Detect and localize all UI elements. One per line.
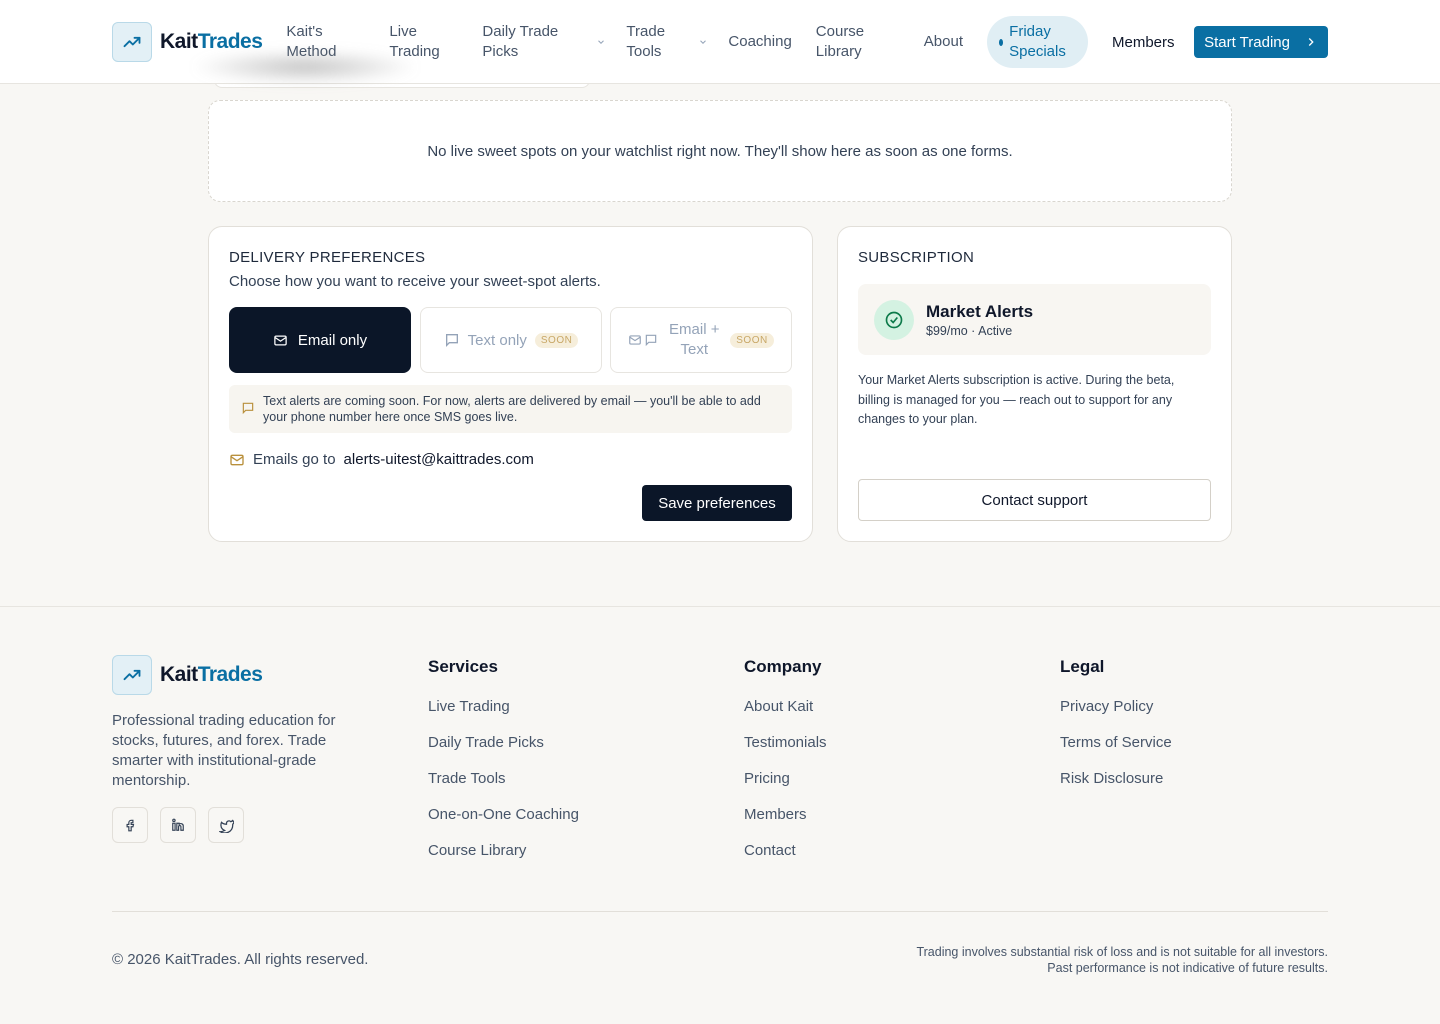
footer-link-coaching[interactable]: One-on-One Coaching [428, 805, 579, 825]
footer-link-privacy-policy[interactable]: Privacy Policy [1060, 697, 1172, 717]
footer-link-course-library[interactable]: Course Library [428, 841, 579, 861]
footer-link-contact[interactable]: Contact [744, 841, 827, 861]
footer-divider [112, 911, 1328, 912]
footer-link-daily-trade-picks[interactable]: Daily Trade Picks [428, 733, 579, 753]
footer-col-title: Services [428, 657, 498, 676]
message-icon [444, 332, 460, 348]
trending-up-icon [112, 655, 152, 695]
nav-members[interactable]: Members [1112, 34, 1175, 51]
footer-link-trade-tools[interactable]: Trade Tools [428, 769, 579, 789]
mail-icon [229, 452, 245, 468]
delivery-title: DELIVERY PREFERENCES [229, 249, 426, 266]
mail-message-icon [628, 333, 658, 347]
email-address: alerts-uitest@kaittrades.com [343, 451, 534, 468]
trending-up-icon [112, 22, 152, 62]
footer-col-legal: Legal Privacy Policy Terms of Service Ri… [1060, 657, 1172, 805]
footer-link-risk-disclosure[interactable]: Risk Disclosure [1060, 769, 1172, 789]
option-email-only[interactable]: Email only [229, 307, 411, 373]
message-icon [241, 401, 255, 415]
plan-meta: $99/mo · Active [926, 323, 1013, 338]
start-trading-button[interactable]: Start Trading [1194, 26, 1328, 58]
nav-kaits-method[interactable]: Kait's Method [286, 22, 366, 62]
footer-link-testimonials[interactable]: Testimonials [744, 733, 827, 753]
check-circle-icon [874, 299, 914, 340]
brand-name: KaitTrades [160, 30, 263, 53]
email-destination: Emails go to alerts-uitest@kaittrades.co… [229, 451, 534, 468]
contact-support-button[interactable]: Contact support [858, 479, 1211, 521]
brand-name: KaitTrades [160, 663, 263, 686]
option-text-only[interactable]: Text only SOON [420, 307, 602, 373]
nav-trade-tools[interactable]: Trade Tools [626, 22, 708, 62]
option-email-text[interactable]: Email + Text SOON [610, 307, 792, 373]
site-header: KaitTrades Kait's Method Live Trading Da… [0, 0, 1440, 84]
footer-link-live-trading[interactable]: Live Trading [428, 697, 579, 717]
nav-about[interactable]: About [924, 32, 963, 52]
soon-badge: SOON [730, 332, 774, 348]
footer-col-services: Services Live Trading Daily Trade Picks … [428, 657, 579, 877]
save-preferences-button[interactable]: Save preferences [642, 485, 792, 521]
footer-link-about-kait[interactable]: About Kait [744, 697, 827, 717]
subscription-description: Your Market Alerts subscription is activ… [858, 373, 1175, 426]
nav-course-library[interactable]: Course Library [816, 22, 886, 62]
sms-notice: Text alerts are coming soon. For now, al… [229, 385, 792, 433]
footer-col-title: Legal [1060, 657, 1105, 676]
chevron-down-icon [698, 37, 708, 47]
delivery-preferences-card: DELIVERY PREFERENCES Choose how you want… [208, 226, 813, 542]
risk-disclaimer: Trading involves substantial risk of los… [916, 945, 1328, 975]
nav-friday-specials[interactable]: Friday Specials [987, 16, 1088, 68]
facebook-icon[interactable] [112, 807, 148, 843]
mail-icon [273, 333, 288, 348]
plan-name: Market Alerts [926, 301, 1034, 321]
subscription-title: SUBSCRIPTION [858, 249, 975, 266]
footer-link-terms[interactable]: Terms of Service [1060, 733, 1172, 753]
watchlist-empty-state: No live sweet spots on your watchlist ri… [208, 100, 1232, 202]
footer-col-company: Company About Kait Testimonials Pricing … [744, 657, 827, 877]
nav-live-trading[interactable]: Live Trading [389, 22, 459, 62]
nav-daily-trade-picks[interactable]: Daily Trade Picks [482, 22, 606, 62]
soon-badge: SOON [534, 332, 579, 348]
subscription-card: SUBSCRIPTION Market Alerts $99/mo · Acti… [837, 226, 1232, 542]
twitter-icon[interactable] [208, 807, 244, 843]
main-nav: Kait's Method Live Trading Daily Trade P… [286, 0, 1175, 84]
chevron-right-icon [1304, 35, 1318, 49]
plan-summary: Market Alerts $99/mo · Active [858, 284, 1211, 355]
footer-link-pricing[interactable]: Pricing [744, 769, 827, 789]
footer-tagline: Professional trading education for stock… [112, 712, 336, 789]
social-links [112, 807, 244, 843]
footer-logo[interactable]: KaitTrades [112, 655, 263, 695]
linkedin-icon[interactable] [160, 807, 196, 843]
footer-divider-top [0, 606, 1440, 607]
nav-coaching[interactable]: Coaching [728, 32, 791, 52]
brand-logo[interactable]: KaitTrades [112, 22, 263, 62]
empty-message: No live sweet spots on your watchlist ri… [427, 142, 1013, 160]
copyright: © 2026 KaitTrades. All rights reserved. [112, 951, 369, 968]
chevron-down-icon [596, 37, 606, 47]
footer-col-title: Company [744, 657, 822, 676]
delivery-subtitle: Choose how you want to receive your swee… [229, 273, 601, 290]
status-dot [999, 38, 1004, 46]
footer-link-members[interactable]: Members [744, 805, 827, 825]
